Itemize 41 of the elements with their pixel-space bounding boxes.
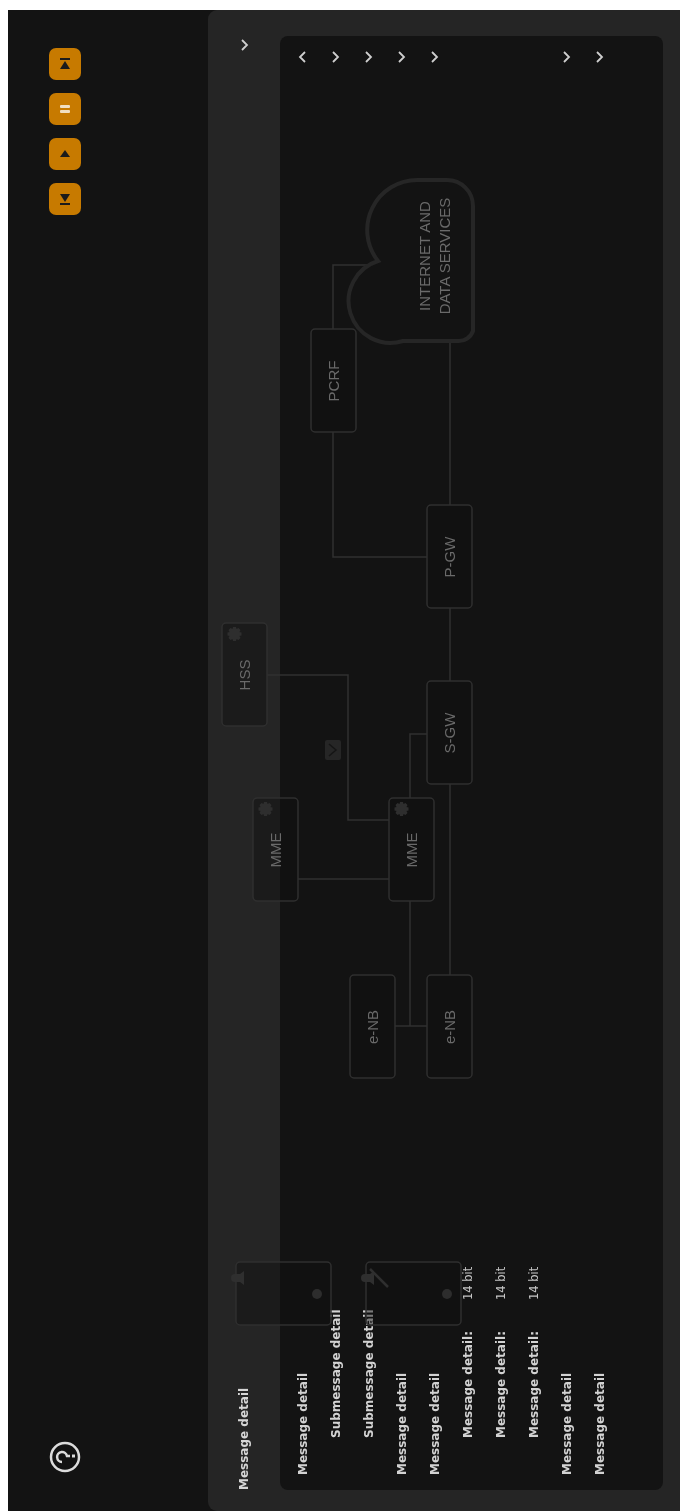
chevron-icon[interactable] [593, 50, 606, 64]
skip-forward-button[interactable] [49, 48, 81, 80]
row-label: Message detail [394, 1371, 409, 1475]
row-label: Message detail: [460, 1330, 475, 1438]
node-label: HSS [236, 659, 253, 691]
row-label: Message detail [592, 1371, 607, 1475]
chevron-icon[interactable] [395, 50, 408, 64]
status-dot [312, 1289, 322, 1299]
row-value: 14 bit [493, 1266, 508, 1300]
node-label: PCRF [325, 360, 342, 402]
row-label: Message detail [559, 1371, 574, 1475]
chevron-icon[interactable] [428, 50, 441, 64]
node-label: e-NB [364, 1009, 381, 1045]
row-label: Message detail: [493, 1330, 508, 1438]
row-label: Message detail: [526, 1330, 541, 1438]
skip-forward-icon [57, 56, 73, 72]
row-label: Submessage detail [361, 1308, 376, 1438]
row-label: Message detail [295, 1371, 310, 1475]
row-label: Message detail [427, 1371, 442, 1475]
skip-back-button[interactable] [49, 183, 81, 215]
skip-back-icon [57, 191, 73, 207]
connector-line [409, 733, 428, 799]
chevron-icon[interactable] [296, 50, 309, 64]
chevron-icon[interactable] [560, 50, 573, 64]
node-label: S-GW [441, 712, 458, 754]
gear-icon [394, 802, 409, 816]
node-label: MME [267, 832, 284, 868]
node-label: P-GW [441, 536, 458, 578]
play-button[interactable] [49, 138, 81, 170]
chevron-icon[interactable] [329, 50, 342, 64]
pause-button[interactable] [49, 93, 81, 125]
status-dot [442, 1289, 452, 1299]
cloud-label: INTERNET AND DATA SERVICES [416, 197, 453, 315]
node-label: MME [403, 832, 420, 868]
row-value: 14 bit [526, 1266, 541, 1300]
panel-title: Message detail [237, 1387, 251, 1490]
node-label: e-NB [441, 1009, 458, 1045]
help-icon[interactable] [49, 1441, 81, 1473]
row-value: 14 bit [460, 1266, 475, 1300]
row-label: Submessage detail [328, 1308, 343, 1438]
chevron-icon[interactable] [362, 50, 375, 64]
